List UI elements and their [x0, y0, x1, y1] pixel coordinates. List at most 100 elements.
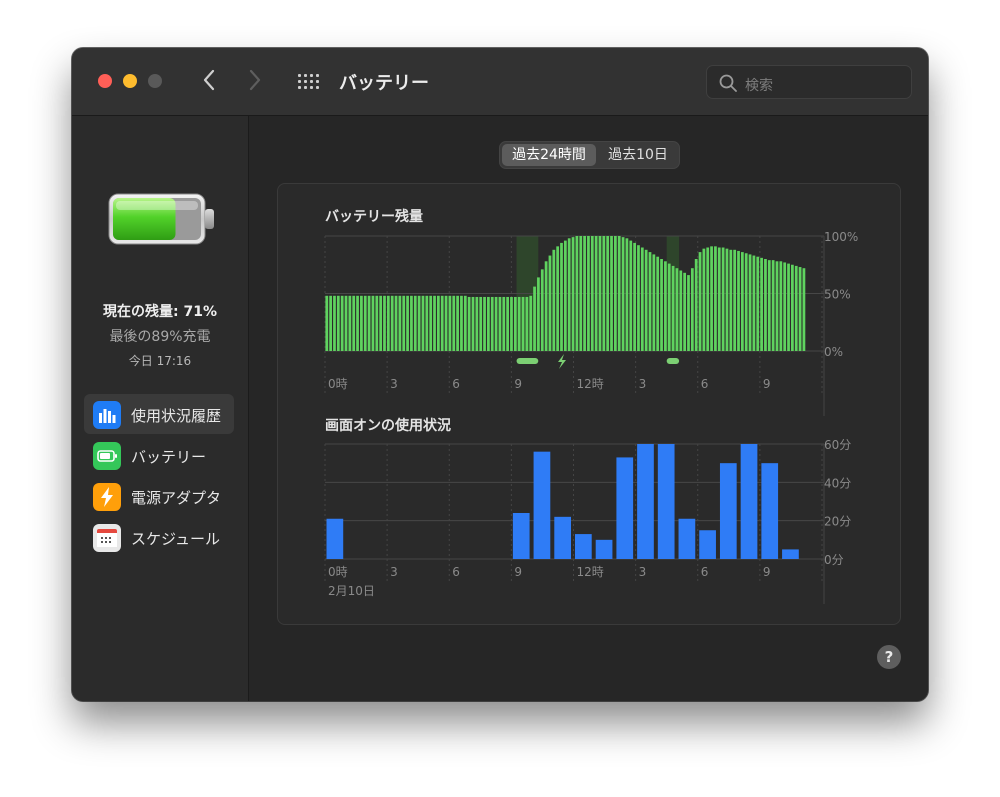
battery-level-bar — [706, 247, 710, 351]
battery-level-bar — [621, 237, 625, 351]
zoom-window-button[interactable] — [148, 74, 162, 88]
battery-level-bar — [764, 259, 767, 351]
segment-last-10-days[interactable]: 過去10日 — [598, 144, 678, 166]
battery-level-bar — [567, 238, 571, 351]
battery-level-bar — [417, 295, 421, 351]
battery-level-bar — [594, 236, 598, 351]
screen-usage-bar — [533, 451, 551, 559]
battery-level-bar — [479, 296, 483, 351]
sidebar-item-battery[interactable]: バッテリー — [84, 435, 234, 475]
battery-level-bar — [787, 263, 790, 351]
battery-level-bar — [702, 248, 706, 351]
forward-button[interactable] — [248, 68, 262, 96]
battery-level-bar — [544, 261, 548, 351]
screen-usage-bar — [637, 444, 654, 559]
window-title: バッテリー — [339, 73, 429, 94]
search-field[interactable]: 検索 — [706, 65, 912, 99]
help-button[interactable]: ? — [877, 645, 901, 669]
battery-level-bar — [760, 257, 763, 351]
lightning-icon — [93, 483, 121, 511]
sidebar-item-label: 電源アダプタ — [131, 489, 222, 507]
minimize-window-button[interactable] — [123, 74, 137, 88]
battery-level-bar — [779, 261, 783, 351]
battery-level-bar — [725, 248, 729, 351]
battery-level-bar — [563, 240, 567, 351]
x-tick-label: 6 — [701, 377, 709, 391]
sidebar-item-schedule[interactable]: スケジュール — [84, 517, 234, 557]
battery-level-bar — [490, 296, 494, 351]
battery-level-bar — [502, 296, 506, 351]
battery-level-bar — [610, 236, 613, 351]
sidebar: 現在の残量: 71% 最後の89%充電 今日 17:16 使用状況履歴 バッテリ… — [72, 116, 249, 701]
charging-bolt-icon — [558, 354, 566, 369]
battery-level-bar — [548, 255, 552, 351]
battery-level-bar — [617, 236, 621, 351]
show-all-grid-icon[interactable] — [298, 72, 319, 90]
x-tick-label: 3 — [639, 565, 647, 579]
battery-level-bar — [336, 295, 340, 351]
battery-level-bar — [637, 245, 640, 351]
battery-level-bar — [540, 269, 544, 351]
battery-level-bar — [629, 240, 633, 351]
bar-chart-icon — [93, 401, 121, 429]
battery-level-bar — [525, 296, 529, 351]
screen-usage-bar — [657, 444, 675, 559]
charging-indicator — [666, 358, 680, 364]
battery-level-bar — [529, 295, 533, 351]
x-tick-label: 3 — [639, 377, 647, 391]
screen-usage-bar — [782, 549, 799, 559]
battery-level-bar — [729, 249, 733, 351]
battery-level-bar — [498, 296, 502, 351]
battery-level-bar — [356, 295, 359, 351]
battery-level-bar — [644, 249, 648, 351]
battery-level-bar — [721, 247, 725, 351]
battery-level-bar — [433, 295, 436, 351]
x-tick-label: 9 — [514, 377, 522, 391]
battery-level-icon — [108, 193, 214, 245]
battery-level-bar — [537, 277, 540, 351]
y-tick-label-60: 60分 — [824, 438, 851, 452]
battery-level-bar — [521, 296, 525, 351]
screen-usage-bar — [719, 463, 737, 559]
battery-level-bar — [456, 295, 459, 351]
x-tick-label: 0時 — [328, 565, 348, 579]
sidebar-item-power-adapter[interactable]: 電源アダプタ — [84, 476, 234, 516]
battery-level-bar — [475, 296, 479, 351]
screen-usage-bar — [678, 518, 696, 559]
x-tick-label: 3 — [390, 565, 398, 579]
segment-last-24-hours[interactable]: 過去24時間 — [502, 144, 596, 166]
battery-level-bar — [460, 295, 463, 351]
battery-level-bar — [625, 238, 629, 351]
battery-level-bar — [590, 236, 594, 351]
battery-level-bar — [429, 295, 433, 351]
battery-level-bar — [648, 252, 652, 351]
battery-level-bar — [552, 249, 556, 351]
battery-icon — [93, 442, 121, 470]
battery-level-bar — [656, 256, 660, 351]
calendar-icon — [93, 524, 121, 552]
battery-level-bar — [737, 250, 740, 351]
x-tick-label: 3 — [390, 377, 398, 391]
battery-level-bar — [421, 295, 425, 351]
battery-level-bar — [394, 295, 398, 351]
battery-level-bar — [671, 265, 675, 351]
search-placeholder: 検索 — [745, 78, 773, 94]
battery-level-bar — [771, 260, 775, 351]
y-tick-label-20: 20分 — [824, 515, 851, 529]
battery-level-bar — [756, 256, 760, 351]
battery-level-bar — [710, 246, 713, 351]
battery-level-bar — [340, 295, 344, 351]
battery-level-bar — [606, 236, 610, 351]
battery-level-bar — [367, 295, 371, 351]
sidebar-item-usage-history[interactable]: 使用状況履歴 — [84, 394, 234, 434]
battery-level-bar — [390, 295, 394, 351]
current-level-text: 現在の残量: 71% — [103, 304, 217, 320]
close-window-button[interactable] — [98, 74, 112, 88]
x-tick-label: 9 — [763, 377, 771, 391]
battery-level-bar — [652, 254, 656, 351]
battery-level-bar — [333, 295, 336, 351]
back-button[interactable] — [202, 68, 216, 96]
battery-level-bar — [513, 296, 517, 351]
battery-level-bar — [802, 268, 806, 351]
usage-charts-panel: バッテリー残量 画面オンの使用状況 100% 50% 0% 0時 3 6 9 12時 3 6 9 60… — [277, 183, 901, 625]
